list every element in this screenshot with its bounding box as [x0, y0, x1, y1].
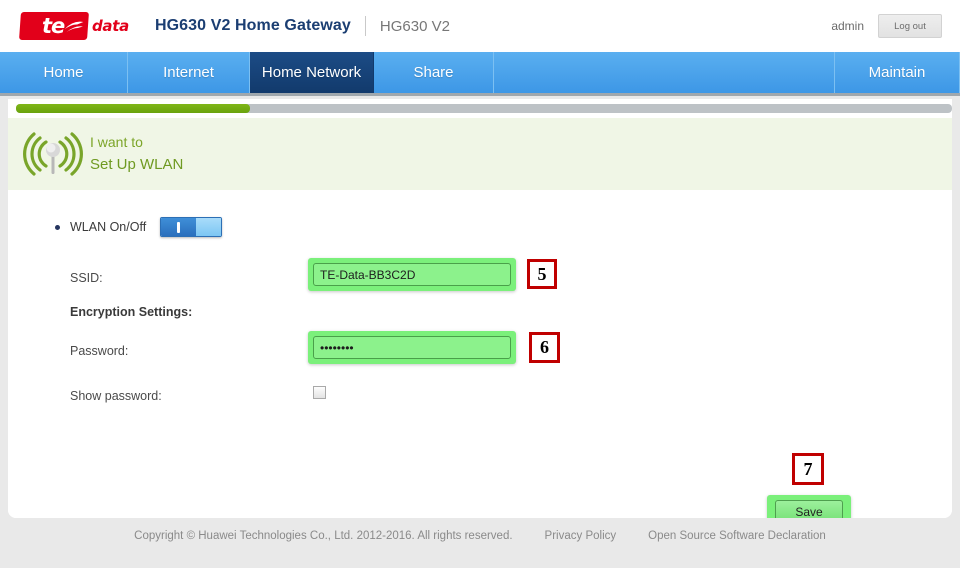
toggle-knob-mark	[177, 221, 181, 233]
step-badge-7: 7	[792, 453, 824, 485]
data-logo-text: data	[92, 17, 129, 35]
show-password-label: Show password:	[70, 389, 162, 403]
wifi-antenna-icon	[23, 132, 83, 176]
wlan-form: WLAN On/Off SSID: 5 Encryption Settings:…	[8, 190, 952, 518]
toggle-off-segment	[195, 218, 222, 236]
main-navigation: Home Internet Home Network Share Maintain	[0, 52, 960, 96]
ssid-label: SSID:	[70, 271, 103, 285]
wlan-onoff-toggle[interactable]	[160, 217, 223, 237]
open-source-declaration-link[interactable]: Open Source Software Declaration	[648, 530, 826, 542]
browser-page: te data HG630 V2 Home Gateway HG630 V2 a…	[0, 0, 960, 568]
setup-progress-track	[16, 104, 952, 113]
username-label: admin	[831, 19, 864, 33]
setup-progress-fill	[16, 104, 250, 113]
show-password-checkbox[interactable]	[313, 386, 326, 399]
step-badge-6: 6	[529, 332, 560, 363]
password-label-wrap: Password:	[70, 342, 128, 360]
banner-text-group: I want to Set Up WLAN	[90, 132, 183, 177]
ssid-label-wrap: SSID:	[70, 269, 103, 287]
page-title: HG630 V2 Home Gateway	[154, 17, 351, 34]
nav-tab-spacer	[494, 52, 835, 93]
copyright-text: Copyright © Huawei Technologies Co., Ltd…	[134, 530, 513, 542]
privacy-policy-link[interactable]: Privacy Policy	[545, 530, 617, 542]
bullet-icon	[55, 224, 60, 230]
toggle-on-segment	[161, 218, 196, 236]
banner-task-label: Set Up WLAN	[90, 156, 184, 174]
te-logo-badge: te	[19, 12, 89, 40]
save-highlight-box: Save	[767, 495, 851, 518]
swoosh-icon	[64, 21, 84, 32]
page-footer: Copyright © Huawei Technologies Co., Ltd…	[0, 530, 960, 542]
password-input[interactable]	[313, 336, 511, 359]
device-model: HG630 V2	[379, 17, 450, 35]
logout-button[interactable]: Log out	[878, 14, 942, 38]
encryption-heading-wrap: Encryption Settings:	[70, 303, 192, 321]
wlan-banner: I want to Set Up WLAN	[8, 118, 952, 190]
te-data-logo[interactable]: te data	[19, 11, 129, 41]
banner-intent-label: I want to	[90, 133, 143, 150]
header-right-group: admin Log out	[831, 14, 942, 38]
te-logo-text: te	[41, 13, 65, 38]
step-badge-5: 5	[527, 259, 557, 289]
encryption-settings-label: Encryption Settings:	[70, 305, 193, 319]
nav-tab-home-network[interactable]: Home Network	[250, 52, 374, 93]
save-button[interactable]: Save	[775, 500, 843, 518]
nav-tab-internet[interactable]: Internet	[128, 52, 250, 93]
ssid-input[interactable]	[313, 263, 511, 286]
content-card: I want to Set Up WLAN WLAN On/Off SSID: …	[8, 99, 952, 518]
header-divider	[364, 16, 366, 36]
wlan-onoff-row: WLAN On/Off	[55, 217, 223, 237]
show-password-label-wrap: Show password:	[70, 387, 162, 405]
password-label: Password:	[70, 344, 129, 358]
nav-tab-maintain[interactable]: Maintain	[835, 52, 960, 93]
page-header: te data HG630 V2 Home Gateway HG630 V2 a…	[0, 0, 960, 52]
nav-tab-home[interactable]: Home	[0, 52, 128, 93]
wlan-onoff-label: WLAN On/Off	[70, 220, 147, 234]
nav-tab-share[interactable]: Share	[374, 52, 494, 93]
